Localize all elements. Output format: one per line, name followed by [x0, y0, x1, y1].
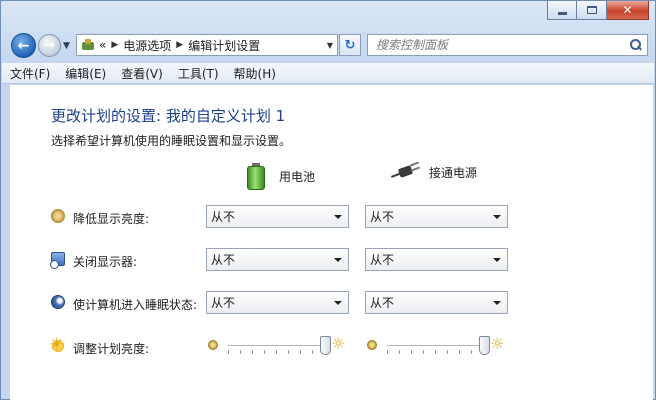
- search-icon[interactable]: [630, 39, 641, 50]
- setting-row-turn-off-display: 关闭显示器: 从不 从不: [10, 248, 653, 272]
- select-value: 从不: [211, 253, 236, 267]
- control-panel-icon: [81, 38, 95, 52]
- sleep-plugged-select[interactable]: 从不: [365, 291, 508, 314]
- menu-view[interactable]: 查看(V): [121, 65, 163, 82]
- battery-icon: [247, 163, 265, 190]
- breadcrumb-separator-icon[interactable]: ▶: [176, 40, 183, 50]
- maximize-icon: [586, 6, 597, 14]
- slider-track[interactable]: [387, 345, 485, 347]
- search-box[interactable]: [367, 34, 648, 56]
- column-label-battery: 用电池: [279, 170, 316, 184]
- breadcrumb-edit-plan[interactable]: 编辑计划设置: [188, 37, 260, 54]
- chevron-down-icon: [334, 301, 342, 305]
- chevron-down-icon: [493, 301, 501, 305]
- turn-off-display-plugged-select[interactable]: 从不: [365, 248, 508, 271]
- caption-buttons: ✕: [547, 1, 649, 20]
- page-subtitle: 选择希望计算机使用的睡眠设置和显示设置。: [51, 134, 292, 148]
- turn-off-display-battery-select[interactable]: 从不: [206, 248, 349, 271]
- menu-tools[interactable]: 工具(T): [178, 65, 219, 82]
- setting-label: 调整计划亮度:: [73, 342, 150, 356]
- address-bar[interactable]: « ▶ 电源选项 ▶ 编辑计划设置 ▼: [76, 34, 338, 56]
- refresh-button[interactable]: ↻: [339, 34, 361, 56]
- page-title: 更改计划的设置: 我的自定义计划 1: [51, 107, 286, 125]
- back-button[interactable]: ←: [11, 33, 36, 58]
- setting-label: 使计算机进入睡眠状态:: [73, 298, 198, 312]
- minimize-icon: [557, 11, 567, 15]
- close-button[interactable]: ✕: [607, 1, 649, 20]
- setting-label: 降低显示亮度:: [73, 212, 150, 226]
- select-value: 从不: [370, 253, 395, 267]
- breadcrumb-overflow[interactable]: «: [99, 38, 106, 52]
- column-label-plugged: 接通电源: [429, 165, 478, 180]
- menu-help[interactable]: 帮助(H): [234, 65, 276, 82]
- forward-arrow-icon: →: [44, 38, 55, 53]
- chevron-down-icon: [334, 258, 342, 262]
- back-arrow-icon: ←: [17, 37, 30, 54]
- brightness-sun-icon: [49, 335, 65, 355]
- menu-bar: 文件(F) 编辑(E) 查看(V) 工具(T) 帮助(H): [2, 63, 654, 84]
- slider-ticks: [387, 350, 485, 354]
- setting-row-dim-display: 降低显示亮度: 从不 从不: [10, 205, 653, 229]
- breadcrumb-power-options[interactable]: 电源选项: [123, 37, 171, 54]
- maximize-button[interactable]: [577, 1, 607, 20]
- brightness-plugged-slider[interactable]: ☼: [367, 335, 507, 359]
- refresh-icon: ↻: [344, 37, 356, 53]
- minimize-button[interactable]: [547, 1, 577, 20]
- display-off-icon: [50, 252, 65, 269]
- slider-thumb[interactable]: [479, 336, 490, 355]
- select-value: 从不: [211, 296, 236, 310]
- slider-track[interactable]: [228, 345, 326, 347]
- sleep-battery-select[interactable]: 从不: [206, 291, 349, 314]
- recent-pages-dropdown[interactable]: ▼: [63, 41, 70, 51]
- dim-brightness-icon: [208, 340, 218, 350]
- select-value: 从不: [370, 210, 395, 224]
- dim-display-battery-select[interactable]: 从不: [206, 205, 349, 228]
- slider-thumb[interactable]: [320, 336, 331, 355]
- select-value: 从不: [211, 210, 236, 224]
- search-input[interactable]: [376, 38, 616, 52]
- brightness-battery-slider[interactable]: ☼: [208, 335, 348, 359]
- chevron-down-icon: ▼: [63, 41, 70, 51]
- chevron-down-icon: [334, 215, 342, 219]
- bright-brightness-icon: ☼: [490, 334, 505, 353]
- setting-row-brightness: 调整计划亮度: ☼ ☼: [10, 335, 653, 359]
- chevron-down-icon: [493, 258, 501, 262]
- menu-edit[interactable]: 编辑(E): [65, 65, 106, 82]
- close-icon: ✕: [622, 3, 633, 17]
- column-header-battery: 用电池: [247, 163, 315, 190]
- bright-brightness-icon: ☼: [331, 334, 346, 353]
- setting-row-sleep: 使计算机进入睡眠状态: 从不 从不: [10, 291, 653, 315]
- dim-brightness-icon: [367, 340, 377, 350]
- address-dropdown-icon[interactable]: ▼: [327, 41, 333, 50]
- select-value: 从不: [370, 296, 395, 310]
- menu-file[interactable]: 文件(F): [10, 65, 50, 82]
- content-pane: 更改计划的设置: 我的自定义计划 1 选择希望计算机使用的睡眠设置和显示设置。 …: [10, 85, 653, 400]
- breadcrumb-separator-icon[interactable]: ▶: [111, 40, 118, 50]
- dim-display-icon: [51, 209, 65, 223]
- dim-display-plugged-select[interactable]: 从不: [365, 205, 508, 228]
- column-header-plugged: 接通电源: [390, 161, 478, 181]
- slider-ticks: [228, 350, 326, 354]
- window-frame: ✕ ← → ▼ « ▶ 电源选项 ▶ 编辑计划设置 ▼ ↻ 文件(F) 编辑(E…: [0, 0, 656, 400]
- power-plug-icon: [390, 161, 421, 181]
- forward-button[interactable]: →: [38, 34, 61, 57]
- sleep-icon: [51, 295, 65, 309]
- setting-label: 关闭显示器:: [73, 255, 138, 269]
- chevron-down-icon: [493, 215, 501, 219]
